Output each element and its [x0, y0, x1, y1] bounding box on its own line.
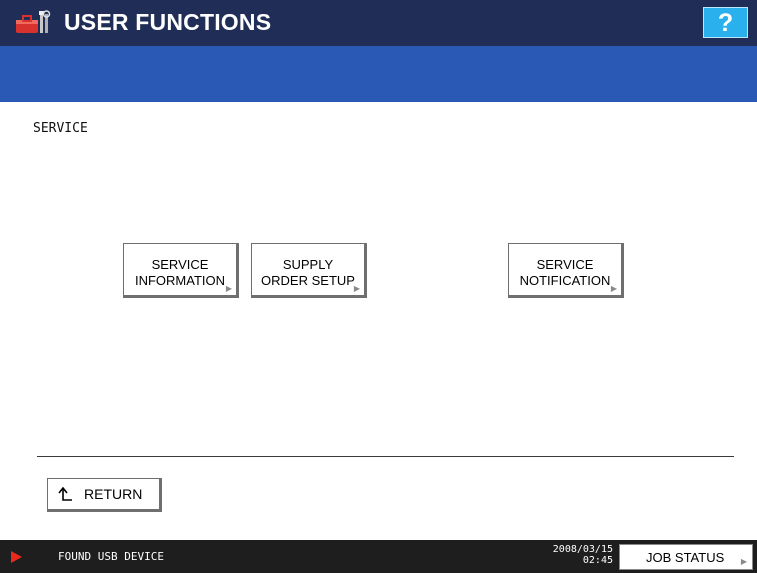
- tools-icon: [16, 10, 51, 33]
- section-label: SERVICE: [33, 121, 88, 136]
- button-label-line1: SUPPLY: [282, 257, 334, 272]
- return-label: RETURN: [84, 486, 143, 502]
- date-time: 2008/03/15 02:45: [541, 544, 613, 566]
- button-label-line2: INFORMATION: [134, 273, 226, 288]
- sub-header-bar: [0, 46, 757, 102]
- status-bar: FOUND USB DEVICE 2008/03/15 02:45 JOB ST…: [0, 540, 757, 573]
- title-bar: USER FUNCTIONS ?: [0, 0, 757, 46]
- supply-order-setup-button[interactable]: SUPPLY ORDER SETUP ▶: [251, 243, 367, 298]
- divider: [37, 456, 734, 457]
- return-arrow-icon: [58, 487, 72, 501]
- service-information-button[interactable]: SERVICE INFORMATION ▶: [123, 243, 239, 298]
- alert-arrow-icon: [11, 551, 22, 563]
- status-message: FOUND USB DEVICE: [58, 550, 164, 563]
- help-button[interactable]: ?: [703, 7, 748, 38]
- corner-arrow-icon: ▶: [610, 284, 617, 293]
- corner-arrow-icon: ▶: [353, 284, 360, 293]
- job-status-label: JOB STATUS: [646, 550, 725, 565]
- service-notification-button[interactable]: SERVICE NOTIFICATION ▶: [508, 243, 624, 298]
- time-text: 02:45: [582, 555, 613, 566]
- page-title: USER FUNCTIONS: [64, 9, 272, 35]
- button-label-line2: NOTIFICATION: [519, 273, 611, 288]
- return-button[interactable]: RETURN: [47, 478, 162, 512]
- button-label-line1: SERVICE: [151, 257, 209, 272]
- date-text: 2008/03/15: [552, 544, 613, 555]
- button-label-line2: ORDER SETUP: [261, 273, 355, 288]
- corner-arrow-icon: ▶: [740, 557, 747, 566]
- corner-arrow-icon: ▶: [225, 284, 232, 293]
- job-status-button[interactable]: JOB STATUS ▶: [619, 544, 753, 570]
- button-label-line1: SERVICE: [536, 257, 594, 272]
